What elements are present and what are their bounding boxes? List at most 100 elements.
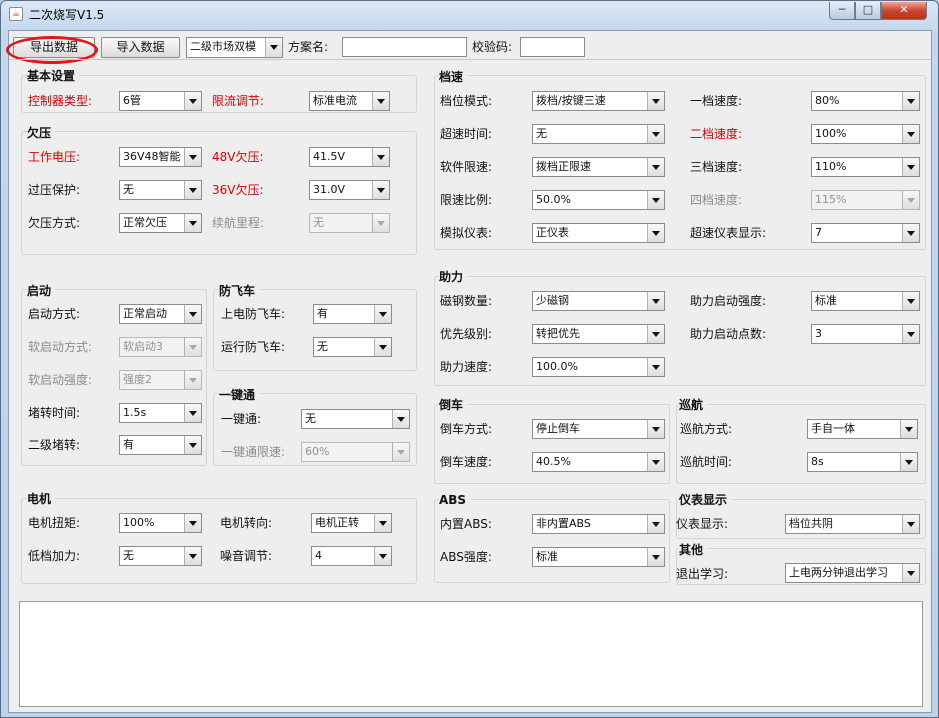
assist-start-points-select[interactable]: 3 bbox=[811, 324, 920, 344]
import-data-button[interactable]: 导入数据 bbox=[101, 37, 180, 58]
start-mode-select[interactable]: 正常启动 bbox=[119, 304, 202, 324]
soft-limit-label: 软件限速: bbox=[440, 160, 493, 174]
cruise-mode-select[interactable]: 手自一体 bbox=[807, 419, 918, 439]
chevron-down-icon bbox=[374, 305, 391, 323]
chevron-down-icon bbox=[647, 325, 664, 343]
limit-ratio-select[interactable]: 50.0% bbox=[532, 190, 665, 210]
controller-type-label: 控制器类型: bbox=[28, 94, 93, 108]
running-antirun-label: 运行防飞车: bbox=[221, 340, 286, 354]
gear-speed-title: 档速 bbox=[439, 70, 468, 84]
reverse-speed-select[interactable]: 40.5% bbox=[532, 452, 665, 472]
gear-mode-select[interactable]: 拨档/按键三速 bbox=[532, 91, 665, 111]
chevron-down-icon bbox=[902, 92, 919, 110]
market-mode-select[interactable]: 二级市场双模 bbox=[186, 37, 283, 58]
cruise-panel bbox=[676, 404, 926, 484]
poweron-antirun-select[interactable]: 有 bbox=[313, 304, 392, 324]
stall-time-select[interactable]: 1.5s bbox=[119, 403, 202, 423]
chevron-down-icon bbox=[647, 515, 664, 533]
title-bar[interactable]: ☕ 二次烧写V1.5 ─ □ ✕ bbox=[1, 1, 938, 27]
onekey-select[interactable]: 无 bbox=[301, 409, 410, 429]
cruise-mode-label: 巡航方式: bbox=[680, 422, 733, 436]
cruise-title: 巡航 bbox=[679, 398, 708, 412]
onekey-label: 一键通: bbox=[221, 412, 262, 426]
chevron-down-icon bbox=[902, 564, 919, 582]
chevron-down-icon bbox=[392, 410, 409, 428]
assist-speed-label: 助力速度: bbox=[440, 360, 493, 374]
gear2-speed-select[interactable]: 100% bbox=[811, 124, 920, 144]
gear4-speed-select: 115% bbox=[811, 190, 920, 210]
assist-start-strength-select[interactable]: 标准 bbox=[811, 291, 920, 311]
gear-mode-label: 档位模式: bbox=[440, 94, 493, 108]
chevron-down-icon bbox=[647, 358, 664, 376]
cruise-time-select[interactable]: 8s bbox=[807, 452, 918, 472]
maximize-button[interactable]: □ bbox=[855, 2, 881, 20]
uv-mode-label: 欠压方式: bbox=[28, 216, 81, 230]
reverse-mode-select[interactable]: 停止倒车 bbox=[532, 419, 665, 439]
chevron-down-icon bbox=[372, 92, 389, 110]
chevron-down-icon bbox=[184, 371, 201, 389]
abs-title: ABS bbox=[439, 493, 471, 507]
close-button[interactable]: ✕ bbox=[881, 2, 927, 20]
chevron-down-icon bbox=[647, 548, 664, 566]
abs-panel bbox=[434, 499, 670, 583]
overvoltage-label: 过压保护: bbox=[28, 183, 81, 197]
abs-strength-select[interactable]: 标准 bbox=[532, 547, 665, 567]
chevron-down-icon bbox=[647, 292, 664, 310]
soft-start-strength-label: 软启动强度: bbox=[28, 373, 93, 387]
range-select: 无 bbox=[309, 213, 390, 233]
magnet-count-select[interactable]: 少磁钢 bbox=[532, 291, 665, 311]
chevron-down-icon bbox=[647, 92, 664, 110]
minimize-button[interactable]: ─ bbox=[829, 2, 855, 20]
uv48-select[interactable]: 41.5V bbox=[309, 147, 390, 167]
chevron-down-icon bbox=[900, 453, 917, 471]
scheme-name-label: 方案名: bbox=[288, 40, 329, 54]
anti-runaway-title: 防飞车 bbox=[219, 284, 260, 298]
limit-ratio-label: 限速比例: bbox=[440, 193, 493, 207]
analog-meter-select[interactable]: 正仪表 bbox=[532, 223, 665, 243]
uv36-select[interactable]: 31.0V bbox=[309, 180, 390, 200]
motor-title: 电机 bbox=[27, 492, 56, 506]
onekey-limit-label: 一键通限速: bbox=[221, 445, 286, 459]
undervoltage-title: 欠压 bbox=[27, 126, 56, 140]
soft-limit-select[interactable]: 拨档正限速 bbox=[532, 157, 665, 177]
current-limit-select[interactable]: 标准电流 bbox=[309, 91, 390, 111]
uv-mode-select[interactable]: 正常欠压 bbox=[119, 213, 202, 233]
chevron-down-icon bbox=[902, 125, 919, 143]
gear1-speed-select[interactable]: 80% bbox=[811, 91, 920, 111]
gear4-speed-label: 四档速度: bbox=[690, 193, 743, 207]
exit-learning-select[interactable]: 上电两分钟退出学习 bbox=[785, 563, 920, 583]
reverse-panel bbox=[434, 404, 670, 484]
controller-type-select[interactable]: 6管 bbox=[119, 91, 202, 111]
motor-direction-select[interactable]: 电机正转 bbox=[311, 513, 392, 533]
start-mode-label: 启动方式: bbox=[28, 307, 81, 321]
magnet-count-label: 磁钢数量: bbox=[440, 294, 493, 308]
overvoltage-select[interactable]: 无 bbox=[119, 180, 202, 200]
chevron-down-icon bbox=[902, 292, 919, 310]
abs-builtin-select[interactable]: 非内置ABS bbox=[532, 514, 665, 534]
priority-select[interactable]: 转把优先 bbox=[532, 324, 665, 344]
scheme-name-input[interactable] bbox=[342, 37, 467, 57]
assist-speed-select[interactable]: 100.0% bbox=[532, 357, 665, 377]
reverse-mode-label: 倒车方式: bbox=[440, 422, 493, 436]
work-voltage-select[interactable]: 36V48智能 bbox=[119, 147, 202, 167]
noise-adjust-select[interactable]: 4 bbox=[311, 546, 392, 566]
chevron-down-icon bbox=[184, 436, 201, 454]
assist-start-points-label: 助力启动点数: bbox=[690, 327, 767, 341]
chevron-down-icon bbox=[647, 158, 664, 176]
chevron-down-icon bbox=[902, 158, 919, 176]
motor-torque-select[interactable]: 100% bbox=[119, 513, 202, 533]
running-antirun-select[interactable]: 无 bbox=[313, 337, 392, 357]
chevron-down-icon bbox=[184, 338, 201, 356]
low-gear-boost-select[interactable]: 无 bbox=[119, 546, 202, 566]
chevron-down-icon bbox=[902, 224, 919, 242]
stall2-select[interactable]: 有 bbox=[119, 435, 202, 455]
chevron-down-icon bbox=[184, 92, 201, 110]
overspeed-time-select[interactable]: 无 bbox=[532, 124, 665, 144]
toolbar-divider bbox=[9, 59, 931, 60]
meter-display-select[interactable]: 档位共阴 bbox=[785, 514, 920, 534]
log-output-area[interactable] bbox=[19, 601, 923, 707]
gear3-speed-select[interactable]: 110% bbox=[811, 157, 920, 177]
overspeed-meter-select[interactable]: 7 bbox=[811, 223, 920, 243]
onekey-limit-select: 60% bbox=[301, 442, 410, 462]
checksum-input[interactable] bbox=[520, 37, 585, 57]
